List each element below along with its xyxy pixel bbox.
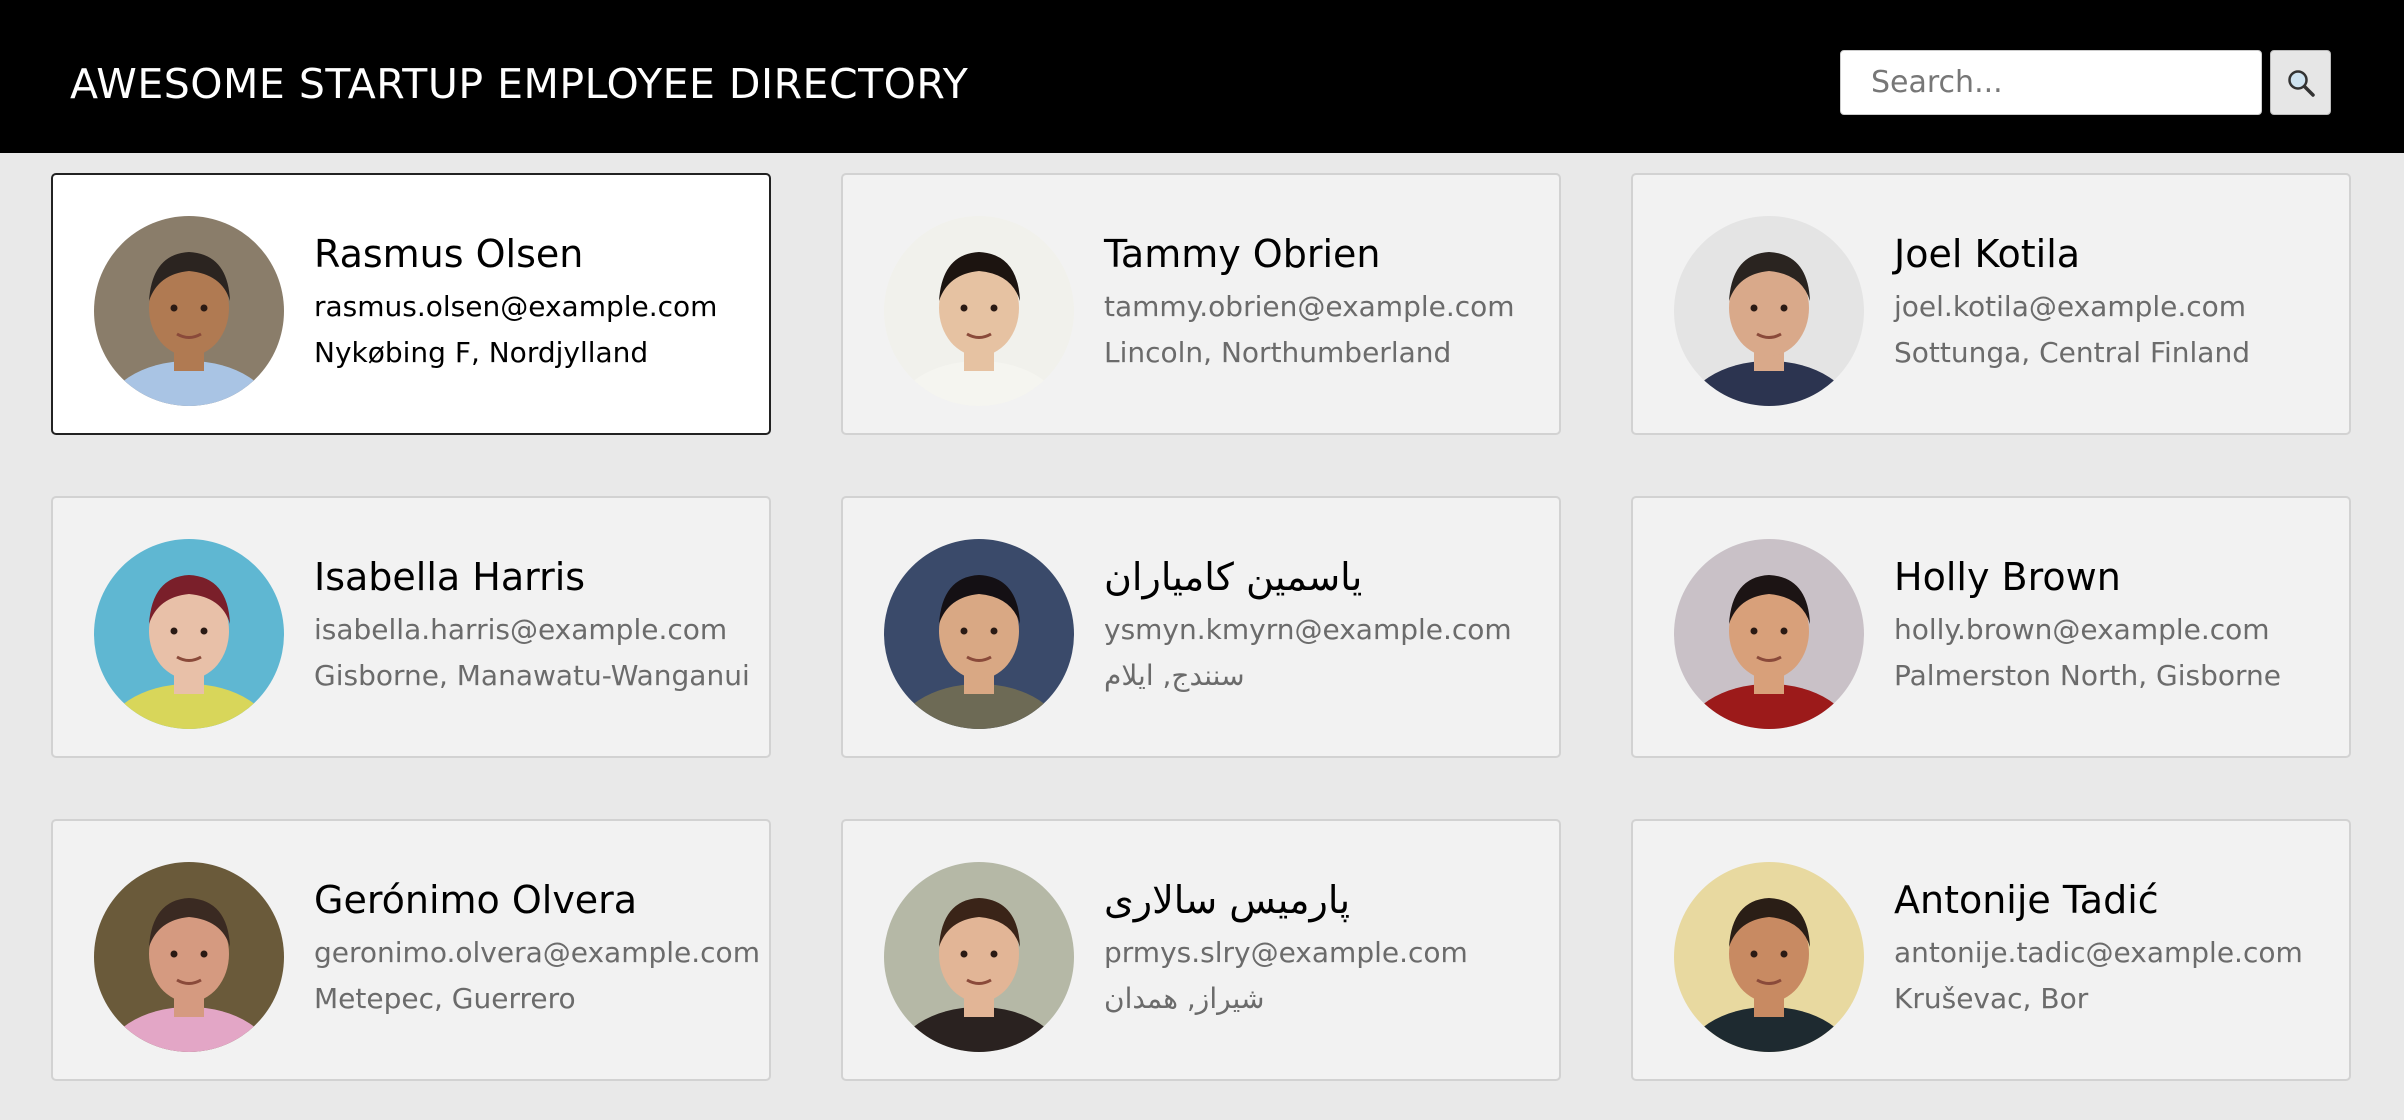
employee-location: شیراز, همدان <box>1104 982 1265 1015</box>
employee-card[interactable]: یاسمین کامیاران ysmyn.kmyrn@example.com سن… <box>841 496 1561 758</box>
page-title: AWESOME STARTUP EMPLOYEE DIRECTORY <box>70 60 969 108</box>
employee-email: ysmyn.kmyrn@example.com <box>1104 613 1512 646</box>
employee-name: پارمیس سالاری <box>1104 878 1351 922</box>
employee-card[interactable]: Antonije Tadić antonije.tadic@example.com… <box>1631 819 2351 1081</box>
search-icon <box>2271 68 2330 98</box>
employee-card[interactable]: Holly Brown holly.brown@example.com Palmer… <box>1631 496 2351 758</box>
avatar <box>884 539 1074 729</box>
search-button[interactable] <box>2270 50 2331 115</box>
employee-name: Tammy Obrien <box>1104 232 1381 276</box>
employee-location: سنندج, ایلام <box>1104 659 1245 692</box>
avatar <box>94 216 284 406</box>
employee-info: Holly Brown holly.brown@example.com Palmer… <box>1894 558 2334 690</box>
employee-email: holly.brown@example.com <box>1894 613 2270 646</box>
employee-info: Antonije Tadić antonije.tadic@example.com… <box>1894 881 2334 1013</box>
avatar <box>884 862 1074 1052</box>
employee-name: Holly Brown <box>1894 555 2121 599</box>
avatar <box>1674 862 1864 1052</box>
avatar <box>884 216 1074 406</box>
avatar <box>1674 539 1864 729</box>
employee-email: tammy.obrien@example.com <box>1104 290 1515 323</box>
employee-email: antonije.tadic@example.com <box>1894 936 2303 969</box>
employee-location: Lincoln, Northumberland <box>1104 336 1452 369</box>
employee-location: Palmerston North, Gisborne <box>1894 659 2281 692</box>
employee-info: Isabella Harris isabella.harris@example.c… <box>314 558 754 690</box>
employee-info: Joel Kotila joel.kotila@example.com Sottun… <box>1894 235 2334 367</box>
employee-name: Joel Kotila <box>1894 232 2081 276</box>
employee-email: rasmus.olsen@example.com <box>314 290 718 323</box>
employee-name: Gerónimo Olvera <box>314 878 638 922</box>
employee-location: Kruševac, Bor <box>1894 982 2089 1015</box>
app-header: AWESOME STARTUP EMPLOYEE DIRECTORY <box>0 0 2404 153</box>
employee-card[interactable]: پارمیس سالاری prmys.slry@example.com شیراز… <box>841 819 1561 1081</box>
search-input[interactable] <box>1840 50 2262 115</box>
employee-card[interactable]: Gerónimo Olvera geronimo.olvera@example.c… <box>51 819 771 1081</box>
employee-location: Nykøbing F, Nordjylland <box>314 336 649 369</box>
employee-card[interactable]: Tammy Obrien tammy.obrien@example.com Linc… <box>841 173 1561 435</box>
employee-name: Rasmus Olsen <box>314 232 584 276</box>
employee-card[interactable]: Isabella Harris isabella.harris@example.c… <box>51 496 771 758</box>
employee-info: Gerónimo Olvera geronimo.olvera@example.c… <box>314 878 760 1015</box>
employee-card[interactable]: Rasmus Olsen rasmus.olsen@example.com Nykø… <box>51 173 771 435</box>
avatar <box>94 539 284 729</box>
employee-info: پارمیس سالاری prmys.slry@example.com شیراز… <box>1104 881 1544 1013</box>
employee-name: Isabella Harris <box>314 555 586 599</box>
employee-info: Rasmus Olsen rasmus.olsen@example.com Nykø… <box>314 235 754 367</box>
employee-name: Antonije Tadić <box>1894 878 2159 922</box>
employee-info: یاسمین کامیاران ysmyn.kmyrn@example.com سن… <box>1104 558 1544 690</box>
employee-location: Sottunga, Central Finland <box>1894 336 2250 369</box>
employee-card[interactable]: Joel Kotila joel.kotila@example.com Sottun… <box>1631 173 2351 435</box>
employee-email: joel.kotila@example.com <box>1894 290 2247 323</box>
employee-email: prmys.slry@example.com <box>1104 936 1468 969</box>
employee-info: Tammy Obrien tammy.obrien@example.com Linc… <box>1104 235 1544 367</box>
employee-name: یاسمین کامیاران <box>1104 555 1363 599</box>
avatar <box>94 862 284 1052</box>
employee-location: Metepec, Guerrero <box>314 982 576 1015</box>
employee-email: isabella.harris@example.com <box>314 613 728 646</box>
employee-email: geronimo.olvera@example.com <box>314 936 760 969</box>
employee-location: Gisborne, Manawatu-Wanganui <box>314 659 750 692</box>
avatar <box>1674 216 1864 406</box>
